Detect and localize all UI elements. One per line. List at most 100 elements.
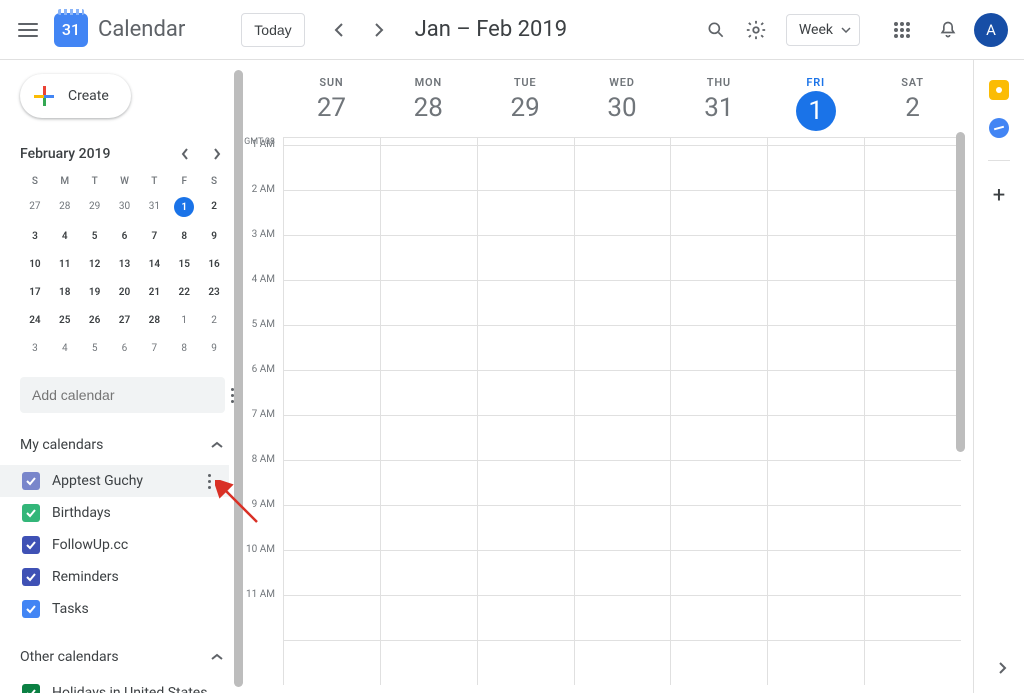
notifications-button[interactable] <box>928 10 968 50</box>
mini-cal-day[interactable]: 1 <box>174 197 194 217</box>
mini-cal-day[interactable]: 29 <box>80 197 110 215</box>
grid-cell[interactable] <box>767 236 864 280</box>
grid-cell[interactable] <box>477 416 574 460</box>
view-selector[interactable]: Week <box>786 14 860 46</box>
grid-cell[interactable] <box>477 236 574 280</box>
account-avatar[interactable]: A <box>974 13 1008 47</box>
grid-cell[interactable] <box>864 371 961 415</box>
grid-cell[interactable] <box>864 191 961 235</box>
calendar-item[interactable]: Birthdays <box>0 497 229 529</box>
keep-addon-icon[interactable] <box>989 80 1009 100</box>
day-column-header[interactable]: MON28 <box>380 76 477 131</box>
grid-cell[interactable] <box>574 596 671 640</box>
grid-cell[interactable] <box>767 281 864 325</box>
grid-cell[interactable] <box>574 506 671 550</box>
grid-cell[interactable] <box>283 138 380 145</box>
grid-cell[interactable] <box>574 146 671 190</box>
grid-cell[interactable] <box>864 551 961 595</box>
mini-cal-day[interactable]: 14 <box>139 255 169 273</box>
grid-cell[interactable] <box>670 326 767 370</box>
grid-cell[interactable] <box>767 371 864 415</box>
calendar-item[interactable]: Reminders <box>0 561 229 593</box>
grid-cell[interactable] <box>670 461 767 505</box>
mini-cal-day[interactable]: 21 <box>139 283 169 301</box>
grid-cell[interactable] <box>864 146 961 190</box>
grid-cell[interactable] <box>864 326 961 370</box>
grid-cell[interactable] <box>380 191 477 235</box>
grid-cell[interactable] <box>283 596 380 640</box>
grid-cell[interactable] <box>477 146 574 190</box>
mini-cal-day[interactable]: 9 <box>199 339 229 357</box>
grid-cell[interactable] <box>670 191 767 235</box>
grid-cell[interactable] <box>380 506 477 550</box>
hide-panel-button[interactable] <box>996 661 1008 675</box>
grid-cell[interactable] <box>477 461 574 505</box>
grid-cell[interactable] <box>380 326 477 370</box>
grid-cell[interactable] <box>574 461 671 505</box>
mini-cal-day[interactable]: 1 <box>169 311 199 329</box>
mini-cal-day[interactable]: 6 <box>110 339 140 357</box>
grid-cell[interactable] <box>767 506 864 550</box>
mini-cal-day[interactable]: 9 <box>199 227 229 245</box>
grid-cell[interactable] <box>283 236 380 280</box>
day-column-header[interactable]: THU31 <box>670 76 767 131</box>
create-button[interactable]: Create <box>20 74 131 118</box>
mini-cal-day[interactable]: 26 <box>80 311 110 329</box>
mini-cal-day[interactable]: 15 <box>169 255 199 273</box>
app-logo[interactable]: 31 Calendar <box>54 13 185 47</box>
grid-cell[interactable] <box>283 416 380 460</box>
mini-cal-day[interactable]: 16 <box>199 255 229 273</box>
grid-cell[interactable] <box>477 281 574 325</box>
mini-cal-day[interactable]: 5 <box>80 339 110 357</box>
grid-cell[interactable] <box>380 551 477 595</box>
grid-cell[interactable] <box>380 138 477 145</box>
my-calendars-toggle[interactable]: My calendars <box>20 433 229 457</box>
grid-cell[interactable] <box>767 551 864 595</box>
grid-cell[interactable] <box>767 191 864 235</box>
mini-cal-next[interactable] <box>205 142 229 166</box>
grid-cell[interactable] <box>574 138 671 145</box>
add-calendar-input[interactable] <box>20 377 225 413</box>
grid-cell[interactable] <box>380 596 477 640</box>
mini-cal-day[interactable]: 31 <box>139 197 169 215</box>
mini-cal-day[interactable]: 11 <box>50 255 80 273</box>
grid-cell[interactable] <box>380 641 477 685</box>
grid-cell[interactable] <box>670 416 767 460</box>
grid-cell[interactable] <box>864 506 961 550</box>
grid-cell[interactable] <box>477 191 574 235</box>
grid-cell[interactable] <box>864 596 961 640</box>
calendar-item[interactable]: FollowUp.cc <box>0 529 229 561</box>
mini-cal-day[interactable]: 17 <box>20 283 50 301</box>
settings-button[interactable] <box>736 10 776 50</box>
mini-cal-day[interactable]: 19 <box>80 283 110 301</box>
grid-cell[interactable] <box>574 236 671 280</box>
mini-cal-day[interactable]: 27 <box>110 311 140 329</box>
prev-period-button[interactable] <box>323 14 355 46</box>
grid-cell[interactable] <box>380 416 477 460</box>
grid-cell[interactable] <box>670 236 767 280</box>
mini-cal-day[interactable]: 13 <box>110 255 140 273</box>
grid-cell[interactable] <box>670 146 767 190</box>
mini-cal-day[interactable]: 22 <box>169 283 199 301</box>
day-column-header[interactable]: TUE29 <box>477 76 574 131</box>
grid-cell[interactable] <box>670 138 767 145</box>
grid-cell[interactable] <box>670 506 767 550</box>
mini-cal-day[interactable]: 25 <box>50 311 80 329</box>
mini-cal-prev[interactable] <box>173 142 197 166</box>
grid-cell[interactable] <box>864 461 961 505</box>
mini-cal-day[interactable]: 7 <box>139 227 169 245</box>
grid-cell[interactable] <box>283 146 380 190</box>
mini-cal-day[interactable]: 3 <box>20 339 50 357</box>
grid-cell[interactable] <box>380 281 477 325</box>
grid-cell[interactable] <box>283 326 380 370</box>
grid-cell[interactable] <box>380 146 477 190</box>
mini-cal-day[interactable]: 6 <box>110 227 140 245</box>
grid-cell[interactable] <box>767 461 864 505</box>
today-button[interactable]: Today <box>241 13 304 47</box>
grid-cell[interactable] <box>283 281 380 325</box>
grid-cell[interactable] <box>670 281 767 325</box>
tasks-addon-icon[interactable] <box>989 118 1009 138</box>
grid-cell[interactable] <box>477 641 574 685</box>
grid-cell[interactable] <box>477 326 574 370</box>
mini-cal-day[interactable]: 7 <box>139 339 169 357</box>
